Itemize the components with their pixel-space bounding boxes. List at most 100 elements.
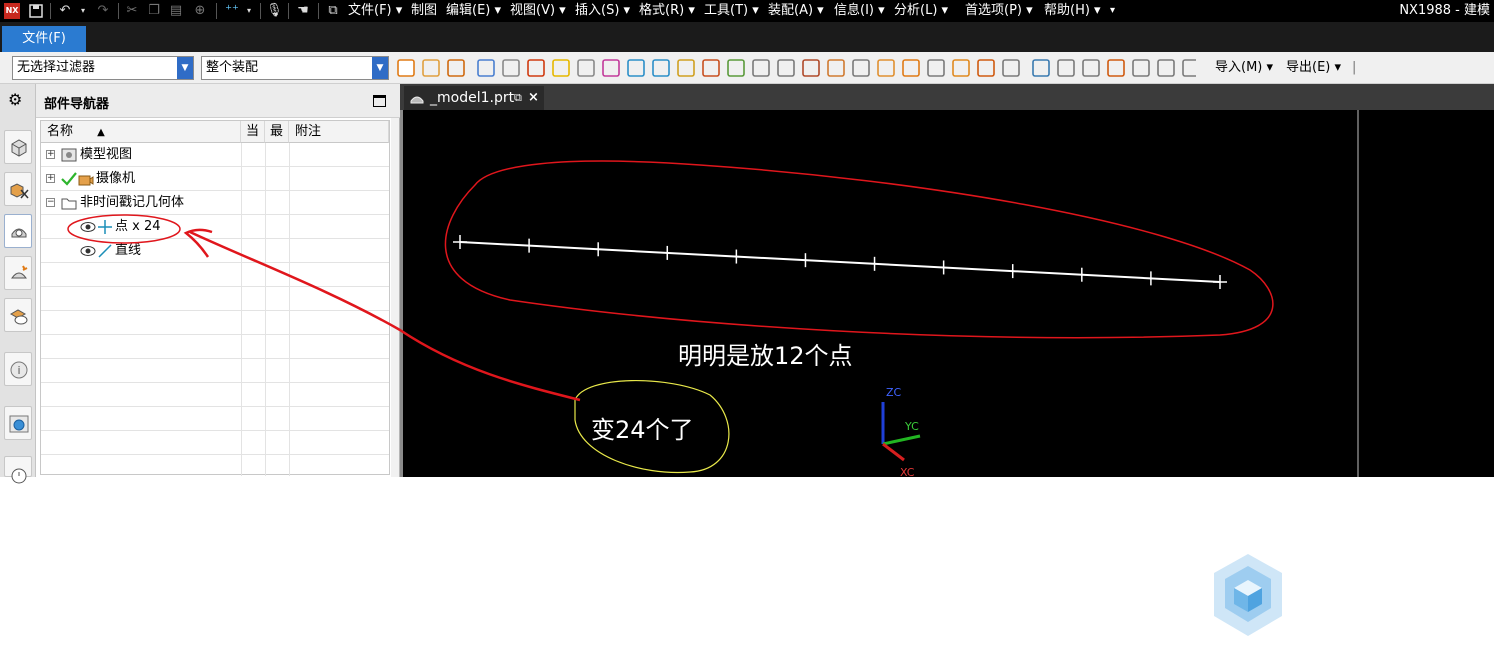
menu-separator xyxy=(260,3,261,19)
line-icon xyxy=(98,244,112,258)
snap-option-icon xyxy=(1182,59,1196,77)
snap-option-icon xyxy=(852,59,870,77)
import-menu[interactable]: 导入(M) ▾ xyxy=(1215,60,1273,76)
constraint-navigator-icon xyxy=(10,183,29,199)
type-filter-select[interactable]: 无选择过滤器 ▼ xyxy=(12,56,194,80)
menu-separator xyxy=(216,3,217,19)
menu-analysis[interactable]: 分析(L) ▾ xyxy=(894,2,948,20)
tree-node-unstamped-geometry[interactable]: − 非时间戳记几何体 xyxy=(41,191,241,215)
menu-tools[interactable]: 工具(T) ▾ xyxy=(704,2,759,20)
microphone-icon[interactable]: 🎙 xyxy=(266,3,283,19)
chevron-down-icon[interactable]: ▼ xyxy=(372,57,388,79)
camera-icon xyxy=(78,175,94,186)
snap-option-icon xyxy=(877,59,895,77)
paste-icon[interactable]: ▤ xyxy=(168,3,184,19)
menu-overflow-icon[interactable]: ▾ xyxy=(1110,2,1115,20)
menu-preferences[interactable]: 首选项(P) ▾ xyxy=(965,2,1033,20)
table-row xyxy=(41,383,389,407)
tree-node-cameras[interactable]: + 摄像机 xyxy=(41,167,241,191)
part-navigator-tab[interactable] xyxy=(4,214,32,248)
selection-scope-select[interactable]: 整个装配 ▼ xyxy=(201,56,389,80)
globe-icon xyxy=(9,415,29,433)
snap-option-icon xyxy=(502,59,520,77)
viewport-canvas: ZC YC XC xyxy=(444,110,1359,477)
snap-option-icon xyxy=(927,59,945,77)
menu-drafting[interactable]: 制图 xyxy=(411,2,437,20)
table-row xyxy=(41,263,389,287)
snap-option-icon xyxy=(447,59,465,77)
menu-separator xyxy=(50,3,51,19)
column-header-name[interactable]: 名称 ▲ xyxy=(41,121,241,143)
undo-icon[interactable]: ↶ xyxy=(56,3,74,19)
expand-icon[interactable]: + xyxy=(46,150,55,159)
navigator-title: 部件导航器 xyxy=(44,97,110,112)
hd3d-tools-tab[interactable] xyxy=(4,298,32,332)
assembly-navigator-icon xyxy=(11,139,27,157)
menu-insert[interactable]: 插入(S) ▾ xyxy=(575,2,630,20)
snap-toolbar-icons xyxy=(397,59,1196,77)
close-icon[interactable]: × xyxy=(528,86,539,110)
snap-option-icon xyxy=(902,59,920,77)
export-menu[interactable]: 导出(E) ▾ xyxy=(1286,60,1341,76)
construction-line xyxy=(459,241,1221,283)
copy-icon[interactable]: ❐ xyxy=(146,3,162,19)
navigator-scrollbar[interactable] xyxy=(391,118,399,477)
tree-node-line[interactable]: 直线 xyxy=(41,239,241,263)
column-header-current[interactable]: 当 xyxy=(241,121,265,143)
tree-node-points[interactable]: 点 x 24 xyxy=(41,215,241,239)
part-navigator-panel: 部件导航器 名称 ▲ 当 最 附注 + 模型视图 + 摄像机 − 非时间戳记几何… xyxy=(36,84,400,477)
undo-dropdown-icon[interactable]: ▾ xyxy=(78,3,88,19)
snap-option-icon xyxy=(1002,59,1020,77)
reuse-library-tab[interactable] xyxy=(4,256,32,290)
table-row xyxy=(41,335,389,359)
gear-icon[interactable]: ⚙ xyxy=(8,90,22,109)
tree-node-model-views[interactable]: + 模型视图 xyxy=(41,143,241,167)
table-row xyxy=(41,311,389,335)
sort-ascending-icon[interactable]: ▲ xyxy=(97,127,105,138)
assembly-navigator-tab[interactable] xyxy=(4,130,32,164)
redo-icon[interactable]: ↷ xyxy=(94,3,112,19)
eye-icon[interactable] xyxy=(79,219,97,235)
menu-help[interactable]: 帮助(H) ▾ xyxy=(1044,2,1101,20)
snap-option-icon xyxy=(702,59,720,77)
title-menu-bar: NX ↶ ▾ ↷ ✂ ❐ ▤ ⊕ ⁺⁺ ▾ 🎙 ☚ ⧉ 文件(F) ▾ 制图 编… xyxy=(0,0,1494,22)
tab-model1-prt[interactable]: _model1.prt ⧉ × xyxy=(404,86,544,110)
delete-icon[interactable]: ⊕ xyxy=(192,3,208,19)
folder-icon xyxy=(61,198,77,210)
constraint-navigator-tab[interactable] xyxy=(4,172,32,206)
menu-separator xyxy=(118,3,119,19)
expand-icon[interactable]: + xyxy=(46,174,55,183)
cut-icon[interactable]: ✂ xyxy=(124,3,140,19)
menu-format[interactable]: 格式(R) ▾ xyxy=(639,2,695,20)
touch-mode-icon[interactable]: ☚ xyxy=(294,3,312,19)
menu-info[interactable]: 信息(I) ▾ xyxy=(834,2,885,20)
watermark-cube-icon xyxy=(1214,554,1282,636)
menu-view[interactable]: 视图(V) ▾ xyxy=(510,2,566,20)
web-browser-tab[interactable]: i xyxy=(4,352,32,386)
snap-option-icon xyxy=(527,59,545,77)
zc-label: ZC xyxy=(886,386,902,399)
snap-point-icon[interactable]: ⁺⁺ xyxy=(222,3,242,19)
chevron-down-icon[interactable]: ▼ xyxy=(177,57,193,79)
snap-option-icon xyxy=(1132,59,1150,77)
eye-icon[interactable] xyxy=(79,243,97,259)
maximize-icon[interactable] xyxy=(373,95,386,107)
history-tab[interactable] xyxy=(4,406,32,440)
snap-dropdown-icon[interactable]: ▾ xyxy=(244,3,254,19)
snap-option-icon xyxy=(777,59,795,77)
menu-edit[interactable]: 编辑(E) ▾ xyxy=(446,2,501,20)
window-icon[interactable]: ⧉ xyxy=(324,3,342,19)
menu-file[interactable]: 文件(F) ▾ xyxy=(348,2,402,20)
info-icon: i xyxy=(10,361,28,379)
file-tab[interactable]: 文件(F) xyxy=(2,26,86,52)
menu-assembly[interactable]: 装配(A) ▾ xyxy=(768,2,824,20)
undock-icon[interactable]: ⧉ xyxy=(514,86,522,110)
graphics-viewport[interactable]: ZC YC XC xyxy=(400,110,1494,477)
column-header-notes[interactable]: 附注 xyxy=(289,121,389,143)
clock-tab[interactable] xyxy=(4,456,32,484)
collapse-icon[interactable]: − xyxy=(46,198,55,207)
save-icon[interactable] xyxy=(28,3,44,19)
snap-option-icon xyxy=(602,59,620,77)
resource-bar: ⚙ i xyxy=(0,84,36,484)
column-header-latest[interactable]: 最 xyxy=(265,121,289,143)
